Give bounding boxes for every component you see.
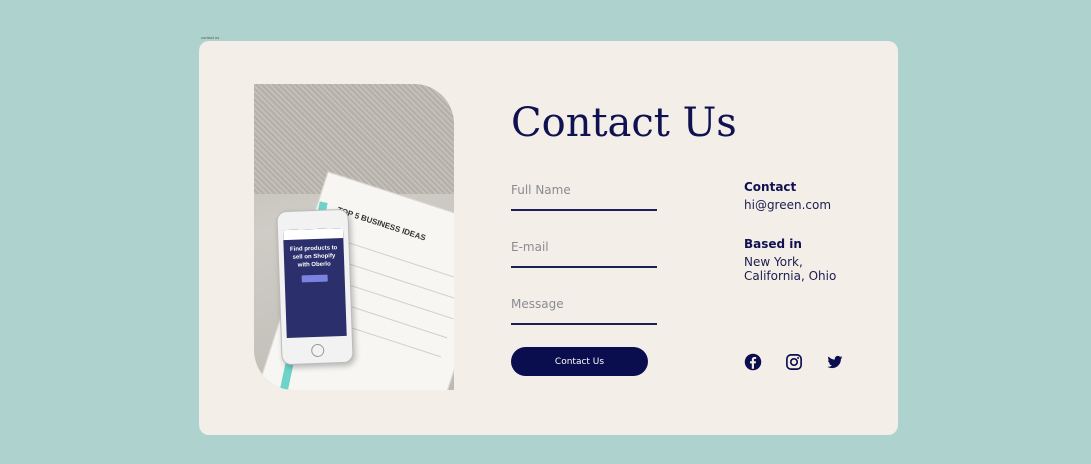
full-name-field <box>511 179 657 211</box>
email-input[interactable] <box>511 240 657 254</box>
contact-card: TOP 5 BUSINESS IDEAS Find products to se… <box>199 41 898 435</box>
page-title: Contact Us <box>511 100 737 146</box>
twitter-icon[interactable] <box>826 353 844 371</box>
photo-phone: Find products to sell on Shopify with Ob… <box>276 208 354 366</box>
based-in-label: Based in <box>744 237 802 251</box>
notebook-title: TOP 5 BUSINESS IDEAS <box>335 205 427 243</box>
contact-submit-button[interactable]: Contact Us <box>511 347 648 376</box>
email-field <box>511 236 657 268</box>
phone-screen: Find products to sell on Shopify with Ob… <box>282 227 347 339</box>
phone-screen-button <box>301 274 328 283</box>
message-input[interactable] <box>511 297 657 311</box>
contact-email[interactable]: hi@green.com <box>744 198 831 212</box>
based-in-line2: California, Ohio <box>744 269 837 283</box>
message-field <box>511 293 657 325</box>
facebook-icon[interactable] <box>744 353 762 371</box>
full-name-input[interactable] <box>511 183 657 197</box>
frame-label: contact us <box>201 35 220 40</box>
hero-photo: TOP 5 BUSINESS IDEAS Find products to se… <box>254 84 454 390</box>
instagram-icon[interactable] <box>785 353 803 371</box>
contact-label: Contact <box>744 180 797 194</box>
phone-home-button <box>310 343 325 358</box>
photo-fabric <box>254 84 454 194</box>
based-in-line1: New York, <box>744 255 803 269</box>
phone-screen-text: Find products to sell on Shopify with Ob… <box>289 245 338 269</box>
